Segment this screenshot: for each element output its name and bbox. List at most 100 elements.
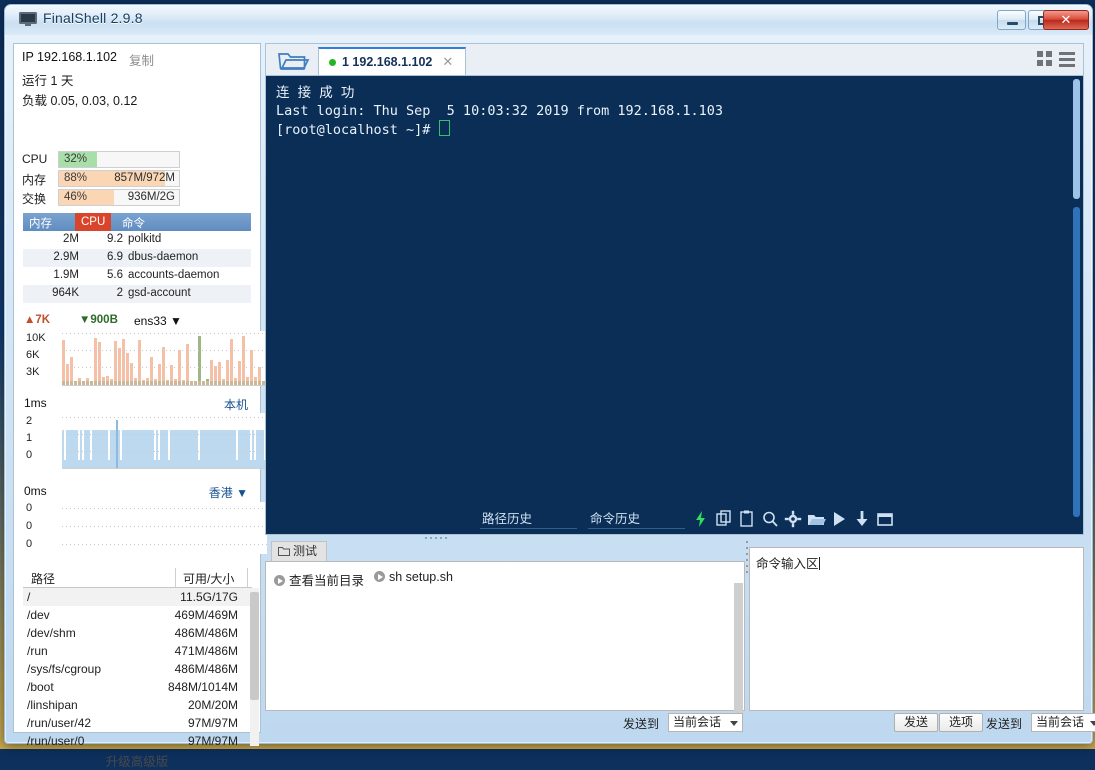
process-table-header: 内存 CPU 命令 <box>23 213 251 231</box>
command-list-scrollbar[interactable] <box>734 583 743 731</box>
options-button[interactable]: 选项 <box>939 713 984 732</box>
swap-meter-percent: 46% <box>64 191 88 203</box>
swap-meter-label: 交换 <box>22 192 47 206</box>
command-input-area[interactable]: 命令输入区 <box>749 547 1084 711</box>
process-memory: 964K <box>52 287 79 299</box>
monitor-icon <box>19 12 37 26</box>
table-row[interactable]: /dev 469M/469M <box>23 606 252 624</box>
terminal-scrollbar-thumb[interactable] <box>1073 207 1080 517</box>
disk-table-body: / 11.5G/17G /dev 469M/469M /dev/shm 486M/48… <box>23 588 252 746</box>
tab-test-group[interactable]: 测试 <box>271 541 328 561</box>
ping-local-y-tick: 0 <box>26 449 33 461</box>
copy-ip-button[interactable]: 复制 <box>129 50 154 69</box>
play-icon[interactable] <box>829 509 849 529</box>
table-row[interactable]: 964K 2 gsd-account <box>23 285 251 303</box>
table-row[interactable]: /sys/fs/cgroup 486M/486M <box>23 660 252 678</box>
gear-icon[interactable] <box>783 509 803 529</box>
upgrade-link[interactable]: 升级高级版 <box>14 751 260 770</box>
text-caret <box>818 557 820 570</box>
close-icon: ✕ <box>1060 12 1072 27</box>
table-row[interactable]: /linshipan 20M/20M <box>23 696 252 714</box>
close-button[interactable]: ✕ <box>1043 10 1089 30</box>
chevron-down-icon <box>1090 721 1095 726</box>
command-label: sh setup.sh <box>389 570 453 584</box>
path-history-input[interactable]: 路径历史 <box>480 508 577 529</box>
cpu-meter-percent: 32% <box>64 153 88 165</box>
play-icon <box>274 575 285 586</box>
disk-path: /boot <box>27 680 54 694</box>
network-upload-value: 7K <box>35 314 51 326</box>
command-list-scrollbar-thumb[interactable] <box>734 583 743 723</box>
command-list: 查看当前目录 sh setup.sh <box>265 561 745 731</box>
server-monitor-sidebar: IP 192.168.1.102 复制 运行 1 天 负载 0.05, 0.03… <box>13 43 267 769</box>
window-icon[interactable] <box>875 509 895 529</box>
table-row[interactable]: 2.9M 6.9 dbus-daemon <box>23 249 251 267</box>
network-upload-rate: ▲7K <box>24 314 51 326</box>
table-row[interactable]: 2M 9.2 polkitd <box>23 231 251 249</box>
grid-view-icon[interactable] <box>1037 51 1053 67</box>
terminal-line-2: Last login: Thu Sep 5 10:03:32 2019 from… <box>276 103 724 119</box>
table-row[interactable]: /dev/shm 486M/486M <box>23 624 252 642</box>
lightning-icon[interactable] <box>691 509 711 529</box>
terminal-output[interactable]: 连 接 成 功 Last login: Thu Sep 5 10:03:32 2… <box>265 75 1084 535</box>
table-row[interactable]: / 11.5G/17G <box>23 588 252 606</box>
terminal-text: 连 接 成 功 Last login: Thu Sep 5 10:03:32 2… <box>276 84 723 139</box>
send-to-label: 发送到 <box>986 717 1023 731</box>
terminal-line-1: 连 接 成 功 <box>276 85 355 101</box>
table-row[interactable]: /run 471M/486M <box>23 642 252 660</box>
network-interface-select[interactable]: ens33 ▼ <box>134 314 182 328</box>
command-library-panel: 测试 查看当前目录 sh setup.sh 发送到 当前会话 <box>265 541 745 733</box>
ping-remote-location-select[interactable]: 香港 ▼ <box>209 484 248 501</box>
disk-header-path[interactable]: 路径 <box>31 570 55 587</box>
send-target-select[interactable]: 当前会话 <box>1031 713 1095 732</box>
disk-scrollbar[interactable] <box>250 588 259 746</box>
disk-size: 97M/97M <box>187 734 238 746</box>
ping-remote-y-tick: 0 <box>26 520 33 532</box>
close-icon[interactable]: ✕ <box>442 49 453 75</box>
swap-meter-value: 936M/2G <box>127 191 175 203</box>
process-header-cpu[interactable]: CPU <box>75 213 112 231</box>
disk-header-size[interactable]: 可用/大小 <box>183 570 234 587</box>
list-view-icon[interactable] <box>1059 51 1075 67</box>
search-icon[interactable] <box>760 509 780 529</box>
disk-path: /dev/shm <box>27 626 76 640</box>
minimize-icon <box>1007 22 1018 25</box>
play-icon <box>374 571 385 582</box>
network-header: ▲7K ▼900B ens33 ▼ <box>24 314 252 330</box>
window-title: FinalShell 2.9.8 <box>43 10 143 26</box>
disk-size: 20M/20M <box>187 698 238 712</box>
download-icon[interactable] <box>852 509 872 529</box>
command-history-input[interactable]: 命令历史 <box>588 508 685 529</box>
table-row[interactable]: /run/user/0 97M/97M <box>23 732 252 746</box>
disk-scrollbar-thumb[interactable] <box>250 592 259 700</box>
list-item[interactable]: sh setup.sh <box>374 570 453 584</box>
process-header-memory[interactable]: 内存 <box>29 215 52 231</box>
folder-open-icon[interactable] <box>806 509 826 529</box>
network-y-tick: 6K <box>26 349 40 361</box>
copy-icon[interactable] <box>714 509 734 529</box>
disk-path: / <box>27 590 31 604</box>
ping-local-location[interactable]: 本机 <box>224 396 248 413</box>
table-row[interactable]: 1.9M 5.6 accounts-daemon <box>23 267 251 285</box>
send-target-select[interactable]: 当前会话 <box>668 713 743 732</box>
process-header-command[interactable]: 命令 <box>122 215 145 231</box>
terminal-scrollbar[interactable] <box>1071 77 1082 533</box>
paste-icon[interactable] <box>737 509 757 529</box>
terminal-scrollbar-thumb-top[interactable] <box>1073 79 1080 199</box>
command-library-tabbar: 测试 <box>265 541 745 561</box>
list-item[interactable]: 查看当前目录 <box>274 570 364 589</box>
command-label: 查看当前目录 <box>289 574 365 588</box>
disk-size: 486M/486M <box>174 662 238 676</box>
ping-local-y-tick: 1 <box>26 432 33 444</box>
tab-bar: 1 192.168.1.102 ✕ <box>265 43 1084 76</box>
tab-session-1[interactable]: 1 192.168.1.102 ✕ <box>318 47 467 76</box>
table-row[interactable]: /boot 848M/1014M <box>23 678 252 696</box>
disk-path: /run/user/0 <box>27 734 85 746</box>
table-row[interactable]: /run/user/42 97M/97M <box>23 714 252 732</box>
process-cpu: 2 <box>116 287 123 299</box>
network-interface-label: ens33 <box>134 314 167 328</box>
send-button[interactable]: 发送 <box>894 713 939 732</box>
disk-size: 469M/469M <box>174 608 238 622</box>
minimize-button[interactable] <box>997 10 1026 30</box>
open-folder-icon[interactable] <box>276 48 310 72</box>
